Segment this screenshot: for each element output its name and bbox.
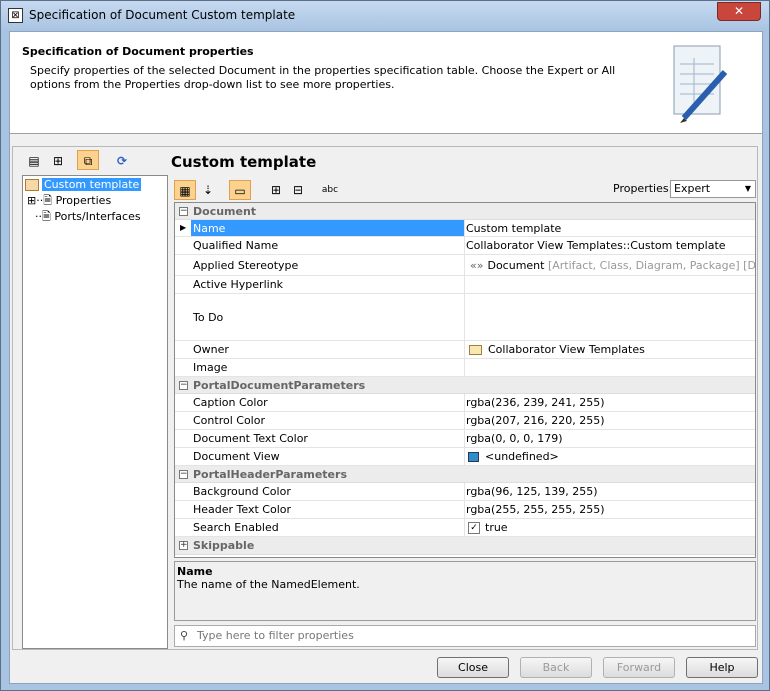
table-row[interactable]: Qualified Name Collaborator View Template… <box>175 237 755 255</box>
refresh-icon[interactable]: ⟳ <box>111 151 133 171</box>
table-row[interactable]: ▶ Name Custom template <box>175 220 755 237</box>
properties-label: Properties: <box>613 182 673 195</box>
folder-icon <box>469 344 482 355</box>
close-window-button[interactable]: ✕ <box>717 2 761 21</box>
table-row[interactable]: Header Text Color rgba(255, 255, 255, 255… <box>175 501 755 519</box>
app-icon: ⊠ <box>8 8 23 23</box>
description-text: The name of the NamedElement. <box>177 578 360 591</box>
group-document[interactable]: − Document <box>175 203 755 220</box>
stereotype-icon: «» <box>470 258 484 272</box>
document-pencil-icon <box>673 45 728 123</box>
group-by-category-icon[interactable]: ▦ <box>174 180 196 200</box>
table-view-icon[interactable]: ▤ <box>23 151 45 171</box>
table-row[interactable]: Image <box>175 359 755 377</box>
table-row[interactable]: To Do <box>175 294 755 341</box>
specification-panel: ▤ ⊞ ⧉ ⟳ Custom template ⊞··🗎 Properties … <box>12 146 758 650</box>
help-button[interactable]: Help <box>686 657 758 678</box>
close-button[interactable]: Close <box>437 657 509 678</box>
table-row[interactable]: Caption Color rgba(236, 239, 241, 255) <box>175 394 755 412</box>
filter-input[interactable]: ⚲ Type here to filter properties <box>174 625 756 647</box>
header-title: Specification of Document properties <box>22 45 254 58</box>
group-portal-document-parameters[interactable]: − PortalDocumentParameters <box>175 377 755 394</box>
header-description: Specify properties of the selected Docum… <box>30 64 616 91</box>
table-row[interactable]: Document View <undefined> <box>175 448 755 466</box>
back-button[interactable]: Back <box>520 657 592 678</box>
description-pane: Name The name of the NamedElement. <box>174 561 756 621</box>
page-icon: 🗎 <box>43 194 53 207</box>
properties-dropdown[interactable]: Expert ▼ <box>670 180 756 198</box>
navigation-tree: Custom template ⊞··🗎 Properties ··🗎 Port… <box>22 175 168 649</box>
chevron-down-icon: ▼ <box>744 184 751 193</box>
collapse-icon[interactable]: − <box>179 469 188 479</box>
title-bar: ⊠ Specification of Document Custom templ… <box>1 1 769 31</box>
tree-item-ports-interfaces[interactable]: ··🗎 Ports/Interfaces <box>35 209 141 224</box>
tree-item-custom-template[interactable]: Custom template <box>25 177 142 192</box>
search-enabled-checkbox[interactable]: ✓ <box>468 521 480 534</box>
spelling-icon[interactable]: abc <box>319 180 341 200</box>
view-icon <box>468 451 479 462</box>
sort-alphabetically-icon[interactable]: ⇣ <box>197 180 219 200</box>
header: Specification of Document properties Spe… <box>10 32 762 134</box>
current-row-icon: ▶ <box>180 223 187 232</box>
expand-all-icon[interactable]: ⊞ <box>265 180 287 200</box>
panel-title: Custom template <box>171 153 317 171</box>
description-title: Name <box>177 565 213 578</box>
table-row[interactable]: Control Color rgba(207, 216, 220, 255) <box>175 412 755 430</box>
group-skippable[interactable]: + Skippable <box>175 537 755 555</box>
collapse-icon[interactable]: − <box>179 206 188 216</box>
table-row[interactable]: Search Enabled ✓ true <box>175 519 755 537</box>
group-portal-header-parameters[interactable]: − PortalHeaderParameters <box>175 466 755 483</box>
table-row[interactable]: Document Text Color rgba(0, 0, 0, 179) <box>175 430 755 448</box>
tree-view-icon[interactable]: ⊞ <box>47 151 69 171</box>
template-icon <box>25 179 39 191</box>
copy-toggle-icon[interactable]: ⧉ <box>77 150 99 170</box>
table-row[interactable]: Background Color rgba(96, 125, 139, 255) <box>175 483 755 501</box>
window-title: Specification of Document Custom templat… <box>29 8 296 22</box>
expand-icon[interactable]: ⊞ <box>27 194 36 207</box>
table-row[interactable]: Applied Stereotype «» Document [Artifact, … <box>175 255 755 276</box>
table-row[interactable]: Owner Collaborator View Templates <box>175 341 755 359</box>
dialog-client: Specification of Document properties Spe… <box>9 31 763 684</box>
collapse-all-icon[interactable]: ⊟ <box>287 180 309 200</box>
tree-item-properties[interactable]: ⊞··🗎 Properties <box>27 193 111 208</box>
show-description-icon[interactable]: ▭ <box>229 180 251 200</box>
page-icon: 🗎 <box>42 210 51 223</box>
expand-icon[interactable]: + <box>179 541 188 550</box>
dialog-window: ⊠ Specification of Document Custom templ… <box>0 0 770 691</box>
collapse-icon[interactable]: − <box>179 380 188 390</box>
table-row[interactable]: Active Hyperlink <box>175 276 755 294</box>
properties-table: − Document ▶ Name Custom template Qualified… <box>174 202 756 558</box>
forward-button[interactable]: Forward <box>603 657 675 678</box>
search-icon: ⚲ <box>180 629 189 642</box>
